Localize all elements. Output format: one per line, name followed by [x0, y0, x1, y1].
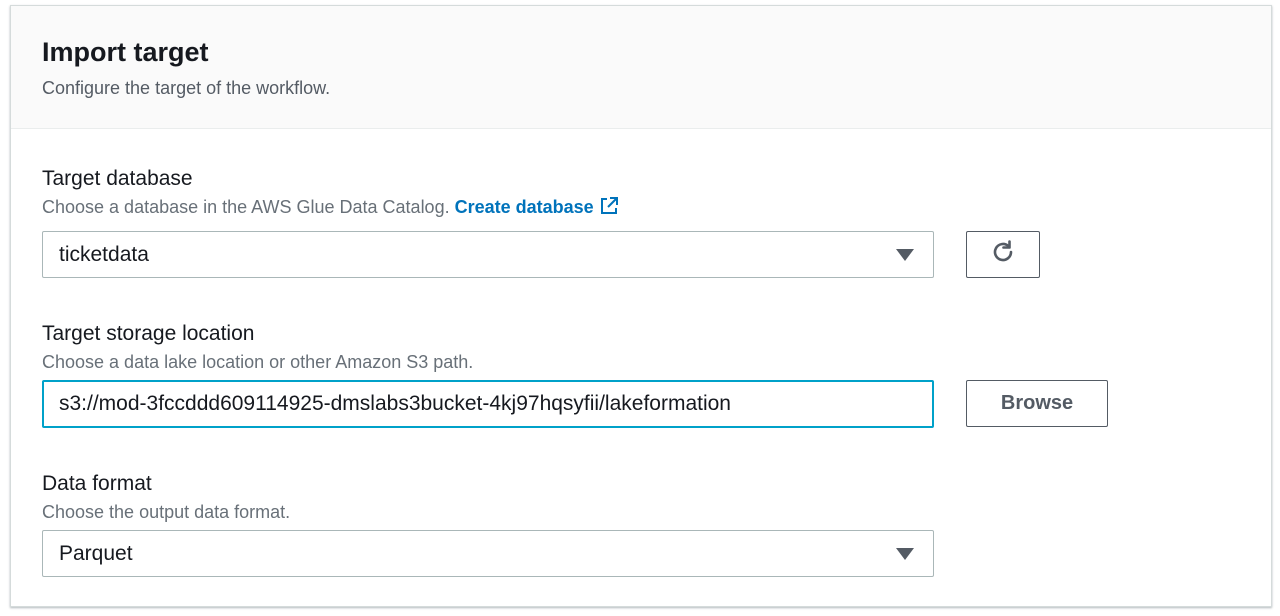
target-database-description: Choose a database in the AWS Glue Data C… [42, 195, 618, 219]
panel-title: Import target [42, 37, 209, 67]
target-storage-description: Choose a data lake location or other Ama… [42, 352, 474, 372]
target-database-select[interactable]: ticketdata [42, 231, 934, 278]
panel-header: Import target Configure the target of th… [11, 6, 1271, 129]
refresh-icon [989, 238, 1017, 271]
data-format-label: Data format [42, 472, 152, 495]
data-format-value: Parquet [59, 542, 133, 565]
panel-description: Configure the target of the workflow. [42, 78, 331, 98]
target-storage-value: s3://mod-3fccddd609114925-dmslabs3bucket… [59, 392, 731, 415]
target-database-description-text: Choose a database in the AWS Glue Data C… [42, 197, 450, 217]
import-target-panel: Import target Configure the target of th… [10, 5, 1272, 607]
refresh-button[interactable] [966, 231, 1040, 278]
caret-down-icon [896, 548, 914, 560]
target-database-label: Target database [42, 167, 193, 190]
caret-down-icon [896, 249, 914, 261]
create-database-link[interactable]: Create database [455, 197, 618, 217]
data-format-description: Choose the output data format. [42, 502, 291, 522]
target-storage-label: Target storage location [42, 322, 255, 345]
data-format-select[interactable]: Parquet [42, 530, 934, 577]
external-link-icon [600, 197, 618, 215]
target-storage-input[interactable]: s3://mod-3fccddd609114925-dmslabs3bucket… [42, 380, 934, 428]
browse-button[interactable]: Browse [966, 380, 1108, 427]
browse-button-label: Browse [1000, 392, 1074, 414]
target-database-value: ticketdata [59, 243, 149, 266]
create-database-link-label: Create database [454, 197, 594, 217]
